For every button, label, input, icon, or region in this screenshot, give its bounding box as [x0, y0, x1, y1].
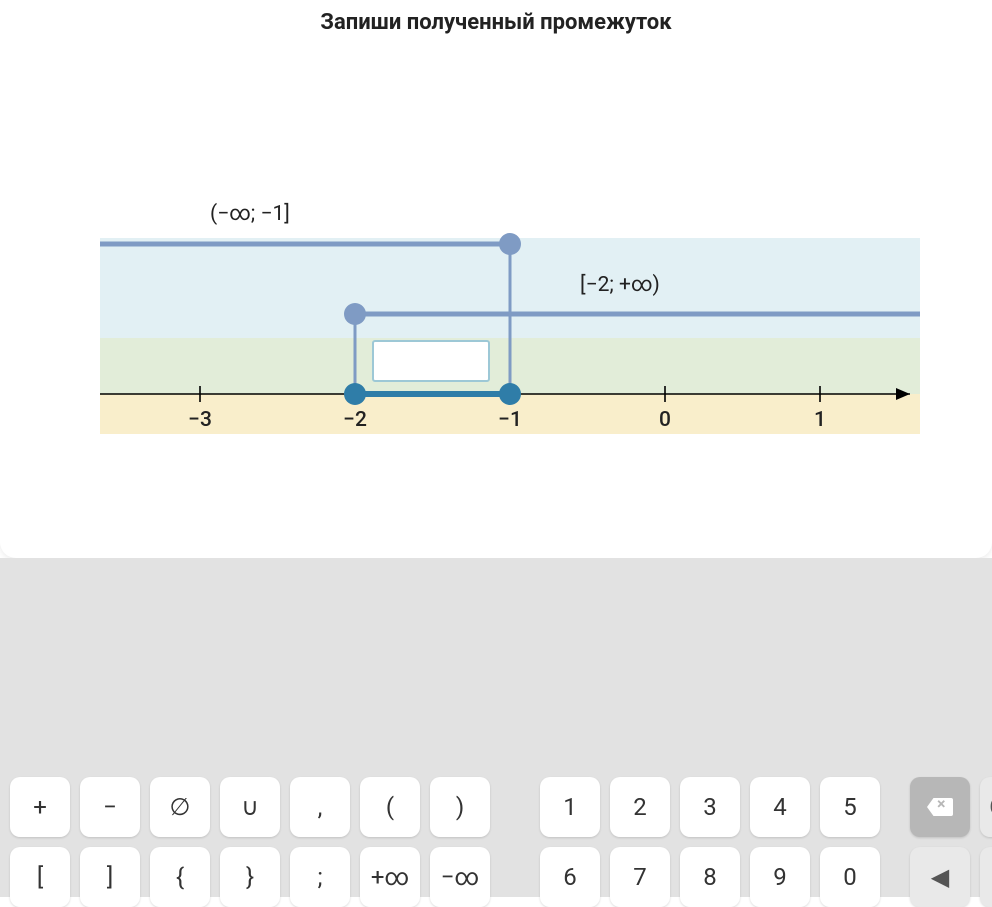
key-0[interactable]: 0: [820, 847, 880, 907]
math-keyboard: + − ∅ ∪ , ( ) 1 2 3 4 5 OK [ ] { } ; +∞ …: [0, 767, 992, 897]
key-spacer: [500, 777, 530, 837]
key-3[interactable]: 3: [680, 777, 740, 837]
key-lbracket[interactable]: [: [10, 847, 70, 907]
key-semicolon[interactable]: ;: [290, 847, 350, 907]
key-spacer-2: [890, 777, 900, 837]
chart-svg: −3 −2 −1 0 1 (−∞; −1] [: [100, 200, 920, 450]
key-spacer-3: [500, 847, 530, 907]
key-right[interactable]: ▶: [980, 847, 992, 907]
key-rbrace[interactable]: }: [220, 847, 280, 907]
key-comma[interactable]: ,: [290, 777, 350, 837]
key-empty-set[interactable]: ∅: [150, 777, 210, 837]
key-lparen[interactable]: (: [360, 777, 420, 837]
key-ok[interactable]: OK: [980, 777, 992, 837]
key-6[interactable]: 6: [540, 847, 600, 907]
key-backspace[interactable]: [910, 777, 970, 837]
svg-text:0: 0: [659, 408, 671, 432]
key-plus[interactable]: +: [10, 777, 70, 837]
keyboard-row-2: [ ] { } ; +∞ −∞ 6 7 8 9 0 ◀ ▶: [10, 847, 982, 907]
key-7[interactable]: 7: [610, 847, 670, 907]
key-left[interactable]: ◀: [910, 847, 970, 907]
number-line-chart: −3 −2 −1 0 1 (−∞; −1] [: [100, 200, 920, 450]
key-plus-inf[interactable]: +∞: [360, 847, 420, 907]
page-title: Запиши полученный промежуток: [0, 0, 992, 35]
answer-input[interactable]: [372, 340, 490, 382]
key-rbracket[interactable]: ]: [80, 847, 140, 907]
key-1[interactable]: 1: [540, 777, 600, 837]
key-5[interactable]: 5: [820, 777, 880, 837]
svg-text:−1: −1: [498, 408, 522, 432]
interval-2-label: [−2; +∞): [580, 273, 760, 297]
key-4[interactable]: 4: [750, 777, 810, 837]
key-rparen[interactable]: ): [430, 777, 490, 837]
keyboard-row-1: + − ∅ ∪ , ( ) 1 2 3 4 5 OK: [10, 777, 982, 837]
key-minus[interactable]: −: [80, 777, 140, 837]
key-9[interactable]: 9: [750, 847, 810, 907]
interval-1-label: (−∞; −1]: [210, 202, 390, 226]
key-lbrace[interactable]: {: [150, 847, 210, 907]
key-union[interactable]: ∪: [220, 777, 280, 837]
svg-text:1: 1: [814, 408, 826, 432]
problem-card: Запиши полученный промежуток −3 −2 −1 0 …: [0, 0, 992, 558]
key-2[interactable]: 2: [610, 777, 670, 837]
svg-text:−2: −2: [343, 408, 367, 432]
svg-text:−3: −3: [188, 408, 212, 432]
backspace-icon: [927, 798, 953, 816]
key-spacer-4: [890, 847, 900, 907]
key-minus-inf[interactable]: −∞: [430, 847, 490, 907]
key-8[interactable]: 8: [680, 847, 740, 907]
